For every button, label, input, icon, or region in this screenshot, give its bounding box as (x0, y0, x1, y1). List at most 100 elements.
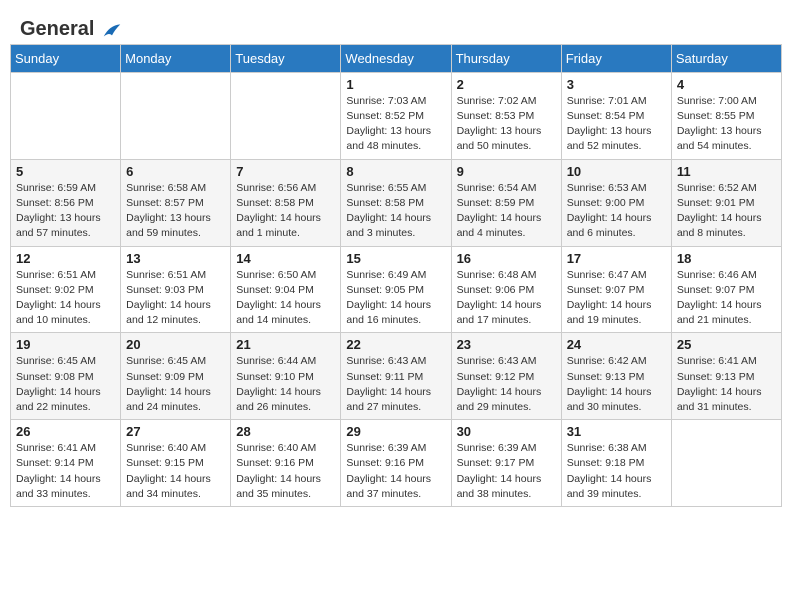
calendar-cell (121, 72, 231, 159)
day-info: Sunrise: 7:02 AM Sunset: 8:53 PM Dayligh… (457, 94, 556, 155)
calendar-cell: 13Sunrise: 6:51 AM Sunset: 9:03 PM Dayli… (121, 246, 231, 333)
day-info: Sunrise: 6:41 AM Sunset: 9:13 PM Dayligh… (677, 354, 776, 415)
day-info: Sunrise: 6:50 AM Sunset: 9:04 PM Dayligh… (236, 268, 335, 329)
day-number: 8 (346, 164, 445, 179)
day-info: Sunrise: 6:45 AM Sunset: 9:09 PM Dayligh… (126, 354, 225, 415)
calendar-cell: 20 Sunrise: 6:45 AM Sunset: 9:09 PM Dayli… (121, 333, 231, 420)
day-info: Sunrise: 6:51 AM Sunset: 9:02 PM Dayligh… (16, 268, 115, 329)
day-number: 11 (677, 164, 776, 179)
day-number: 22 (346, 337, 445, 352)
day-number: 29 (346, 424, 445, 439)
calendar-day-header: Friday (561, 44, 671, 72)
day-number: 27 (126, 424, 225, 439)
calendar-cell: 4 Sunrise: 7:00 AM Sunset: 8:55 PM Daylig… (671, 72, 781, 159)
calendar-cell: 15 Sunrise: 6:49 AM Sunset: 9:05 PM Dayli… (341, 246, 451, 333)
calendar-cell: 6 Sunrise: 6:58 AM Sunset: 8:57 PM Daylig… (121, 159, 231, 246)
calendar-table: SundayMondayTuesdayWednesdayThursdayFrid… (10, 44, 782, 507)
day-info: Sunrise: 6:54 AM Sunset: 8:59 PM Dayligh… (457, 181, 556, 242)
calendar-cell: 2Sunrise: 7:02 AM Sunset: 8:53 PM Daylig… (451, 72, 561, 159)
calendar-day-header: Thursday (451, 44, 561, 72)
day-number: 5 (16, 164, 115, 179)
calendar-cell: 12 Sunrise: 6:51 AM Sunset: 9:02 PM Dayli… (11, 246, 121, 333)
calendar-cell: 24 Sunrise: 6:42 AM Sunset: 9:13 PM Dayli… (561, 333, 671, 420)
day-info: Sunrise: 7:01 AM Sunset: 8:54 PM Dayligh… (567, 94, 666, 155)
calendar-week-row: 1 Sunrise: 7:03 AM Sunset: 8:52 PM Daylig… (11, 72, 782, 159)
day-number: 30 (457, 424, 556, 439)
day-info: Sunrise: 6:48 AM Sunset: 9:06 PM Dayligh… (457, 268, 556, 329)
calendar-cell: 28 Sunrise: 6:40 AM Sunset: 9:16 PM Dayli… (231, 420, 341, 507)
day-number: 15 (346, 251, 445, 266)
day-info: Sunrise: 6:40 AM Sunset: 9:16 PM Dayligh… (236, 441, 335, 502)
calendar-cell (11, 72, 121, 159)
day-info: Sunrise: 6:55 AM Sunset: 8:58 PM Dayligh… (346, 181, 445, 242)
day-info: Sunrise: 6:39 AM Sunset: 9:17 PM Dayligh… (457, 441, 556, 502)
calendar-header-row: SundayMondayTuesdayWednesdayThursdayFrid… (11, 44, 782, 72)
calendar-day-header: Sunday (11, 44, 121, 72)
day-number: 23 (457, 337, 556, 352)
day-info: Sunrise: 6:43 AM Sunset: 9:11 PM Dayligh… (346, 354, 445, 415)
calendar-cell: 9 Sunrise: 6:54 AM Sunset: 8:59 PM Daylig… (451, 159, 561, 246)
calendar-cell: 3 Sunrise: 7:01 AM Sunset: 8:54 PM Daylig… (561, 72, 671, 159)
day-number: 1 (346, 77, 445, 92)
day-number: 12 (16, 251, 115, 266)
calendar-cell: 19Sunrise: 6:45 AM Sunset: 9:08 PM Dayli… (11, 333, 121, 420)
day-number: 21 (236, 337, 335, 352)
day-info: Sunrise: 6:40 AM Sunset: 9:15 PM Dayligh… (126, 441, 225, 502)
calendar-cell: 30 Sunrise: 6:39 AM Sunset: 9:17 PM Dayli… (451, 420, 561, 507)
calendar-cell: 23 Sunrise: 6:43 AM Sunset: 9:12 PM Dayli… (451, 333, 561, 420)
day-number: 25 (677, 337, 776, 352)
calendar-cell: 27 Sunrise: 6:40 AM Sunset: 9:15 PM Dayli… (121, 420, 231, 507)
day-info: Sunrise: 6:41 AM Sunset: 9:14 PM Dayligh… (16, 441, 115, 502)
day-info: Sunrise: 6:39 AM Sunset: 9:16 PM Dayligh… (346, 441, 445, 502)
calendar-cell: 29 Sunrise: 6:39 AM Sunset: 9:16 PM Dayli… (341, 420, 451, 507)
day-info: Sunrise: 6:51 AM Sunset: 9:03 PM Dayligh… (126, 268, 225, 329)
calendar-cell: 22 Sunrise: 6:43 AM Sunset: 9:11 PM Dayli… (341, 333, 451, 420)
calendar-cell (671, 420, 781, 507)
calendar-cell: 10 Sunrise: 6:53 AM Sunset: 9:00 PM Dayli… (561, 159, 671, 246)
calendar-cell: 31 Sunrise: 6:38 AM Sunset: 9:18 PM Dayli… (561, 420, 671, 507)
calendar-week-row: 26 Sunrise: 6:41 AM Sunset: 9:14 PM Dayli… (11, 420, 782, 507)
calendar-day-header: Tuesday (231, 44, 341, 72)
calendar-cell: 8 Sunrise: 6:55 AM Sunset: 8:58 PM Daylig… (341, 159, 451, 246)
day-number: 20 (126, 337, 225, 352)
day-info: Sunrise: 7:00 AM Sunset: 8:55 PM Dayligh… (677, 94, 776, 155)
calendar-week-row: 19Sunrise: 6:45 AM Sunset: 9:08 PM Dayli… (11, 333, 782, 420)
day-info: Sunrise: 6:44 AM Sunset: 9:10 PM Dayligh… (236, 354, 335, 415)
logo: General (20, 18, 123, 38)
calendar-week-row: 12 Sunrise: 6:51 AM Sunset: 9:02 PM Dayli… (11, 246, 782, 333)
day-number: 3 (567, 77, 666, 92)
day-info: Sunrise: 6:42 AM Sunset: 9:13 PM Dayligh… (567, 354, 666, 415)
calendar-day-header: Saturday (671, 44, 781, 72)
day-info: Sunrise: 6:46 AM Sunset: 9:07 PM Dayligh… (677, 268, 776, 329)
day-info: Sunrise: 6:38 AM Sunset: 9:18 PM Dayligh… (567, 441, 666, 502)
day-info: Sunrise: 6:53 AM Sunset: 9:00 PM Dayligh… (567, 181, 666, 242)
day-info: Sunrise: 6:43 AM Sunset: 9:12 PM Dayligh… (457, 354, 556, 415)
day-number: 28 (236, 424, 335, 439)
day-number: 16 (457, 251, 556, 266)
calendar-cell: 5 Sunrise: 6:59 AM Sunset: 8:56 PM Daylig… (11, 159, 121, 246)
day-number: 26 (16, 424, 115, 439)
day-number: 9 (457, 164, 556, 179)
day-info: Sunrise: 6:56 AM Sunset: 8:58 PM Dayligh… (236, 181, 335, 242)
calendar-cell: 26 Sunrise: 6:41 AM Sunset: 9:14 PM Dayli… (11, 420, 121, 507)
logo-text: General (20, 18, 123, 42)
calendar-cell: 21 Sunrise: 6:44 AM Sunset: 9:10 PM Dayli… (231, 333, 341, 420)
day-number: 19 (16, 337, 115, 352)
calendar-cell: 11 Sunrise: 6:52 AM Sunset: 9:01 PM Dayli… (671, 159, 781, 246)
day-info: Sunrise: 6:58 AM Sunset: 8:57 PM Dayligh… (126, 181, 225, 242)
day-info: Sunrise: 7:03 AM Sunset: 8:52 PM Dayligh… (346, 94, 445, 155)
day-info: Sunrise: 6:59 AM Sunset: 8:56 PM Dayligh… (16, 181, 115, 242)
day-info: Sunrise: 6:49 AM Sunset: 9:05 PM Dayligh… (346, 268, 445, 329)
calendar-day-header: Monday (121, 44, 231, 72)
day-number: 6 (126, 164, 225, 179)
calendar-cell: 14Sunrise: 6:50 AM Sunset: 9:04 PM Dayli… (231, 246, 341, 333)
calendar-cell: 16 Sunrise: 6:48 AM Sunset: 9:06 PM Dayli… (451, 246, 561, 333)
calendar-cell: 25 Sunrise: 6:41 AM Sunset: 9:13 PM Dayli… (671, 333, 781, 420)
day-number: 4 (677, 77, 776, 92)
day-number: 31 (567, 424, 666, 439)
day-number: 24 (567, 337, 666, 352)
day-number: 7 (236, 164, 335, 179)
day-info: Sunrise: 6:52 AM Sunset: 9:01 PM Dayligh… (677, 181, 776, 242)
day-number: 10 (567, 164, 666, 179)
calendar-cell: 17Sunrise: 6:47 AM Sunset: 9:07 PM Dayli… (561, 246, 671, 333)
